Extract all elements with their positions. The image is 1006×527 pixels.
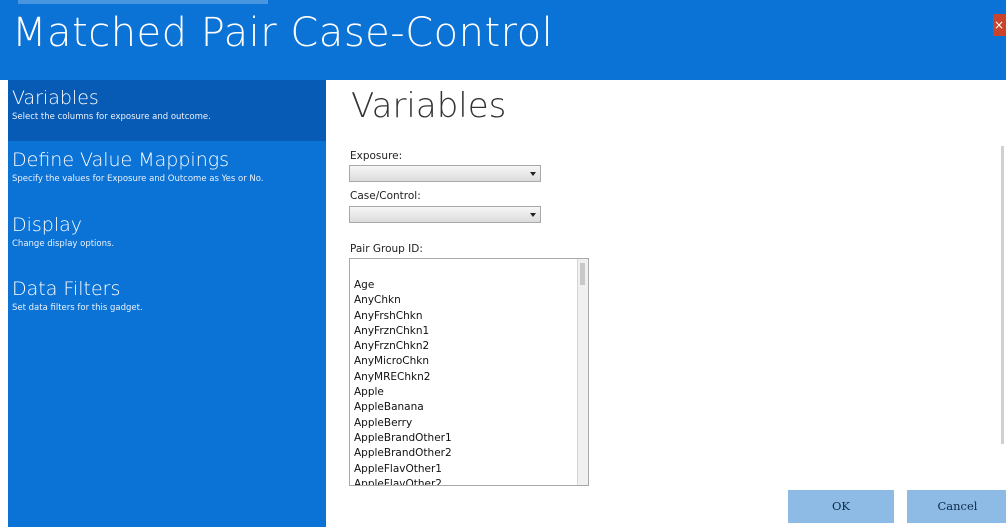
list-item[interactable]: AppleBerry bbox=[354, 416, 452, 431]
list-item[interactable]: AnyFrznChkn2 bbox=[354, 339, 452, 354]
list-item[interactable]: AppleBanana bbox=[354, 400, 452, 415]
case-control-dropdown[interactable] bbox=[349, 206, 541, 223]
sidebar-item-description: Specify the values for Exposure and Outc… bbox=[12, 174, 264, 184]
sidebar-item-data-filters[interactable]: Data Filters Set data filters for this g… bbox=[8, 277, 326, 327]
list-item[interactable]: AppleFlavOther1 bbox=[354, 462, 452, 477]
case-control-label: Case/Control: bbox=[350, 190, 421, 202]
pair-group-id-label: Pair Group ID: bbox=[350, 243, 423, 255]
pair-group-id-options: Age AnyChkn AnyFrshChkn AnyFrznChkn1 Any… bbox=[354, 278, 452, 485]
close-button[interactable]: × bbox=[993, 14, 1006, 36]
sidebar: Variables Select the columns for exposur… bbox=[8, 80, 326, 527]
sidebar-item-title: Display bbox=[12, 214, 83, 236]
list-item[interactable]: AnyFrznChkn1 bbox=[354, 324, 452, 339]
list-item[interactable]: AppleBrandOther1 bbox=[354, 431, 452, 446]
sidebar-item-title: Define Value Mappings bbox=[12, 149, 230, 171]
pair-group-id-listbox[interactable]: Age AnyChkn AnyFrshChkn AnyFrznChkn1 Any… bbox=[349, 258, 589, 486]
sidebar-item-description: Change display options. bbox=[12, 239, 115, 249]
panel-scrollbar[interactable] bbox=[1001, 146, 1004, 444]
cancel-button[interactable]: Cancel bbox=[907, 490, 1006, 523]
list-item[interactable]: AppleBrandOther2 bbox=[354, 446, 452, 461]
chevron-down-icon bbox=[530, 213, 536, 217]
matched-pair-dialog: Matched Pair Case-Control × Variables Se… bbox=[0, 0, 1006, 527]
list-item[interactable]: Age bbox=[354, 278, 452, 293]
page-title: Variables bbox=[351, 86, 507, 126]
exposure-dropdown[interactable] bbox=[349, 165, 541, 182]
exposure-label: Exposure: bbox=[350, 150, 403, 162]
listbox-scrollbar-thumb[interactable] bbox=[580, 263, 585, 285]
chevron-down-icon bbox=[530, 172, 536, 176]
close-icon: × bbox=[994, 18, 1005, 32]
sidebar-item-description: Select the columns for exposure and outc… bbox=[12, 112, 211, 122]
list-item[interactable]: Apple bbox=[354, 385, 452, 400]
list-item[interactable]: AnyChkn bbox=[354, 293, 452, 308]
listbox-scrollbar[interactable] bbox=[577, 259, 588, 485]
header-top-strip bbox=[18, 0, 268, 4]
sidebar-item-title: Data Filters bbox=[12, 278, 121, 300]
sidebar-item-display[interactable]: Display Change display options. bbox=[8, 213, 326, 263]
list-item[interactable]: AppleFlavOther2 bbox=[354, 477, 452, 485]
ok-button[interactable]: OK bbox=[788, 490, 894, 523]
list-item[interactable]: AnyFrshChkn bbox=[354, 309, 452, 324]
dialog-title: Matched Pair Case-Control bbox=[12, 10, 554, 56]
sidebar-item-description: Set data filters for this gadget. bbox=[12, 303, 143, 313]
sidebar-item-title: Variables bbox=[12, 87, 99, 109]
list-item[interactable]: AnyMicroChkn bbox=[354, 354, 452, 369]
dialog-header: Matched Pair Case-Control × bbox=[0, 0, 1006, 80]
list-item[interactable]: AnyMREChkn2 bbox=[354, 370, 452, 385]
main-panel: Variables Exposure: Case/Control: Pair G… bbox=[326, 80, 1006, 527]
sidebar-item-define-value-mappings[interactable]: Define Value Mappings Specify the values… bbox=[8, 148, 326, 202]
sidebar-item-variables[interactable]: Variables Select the columns for exposur… bbox=[8, 80, 326, 141]
